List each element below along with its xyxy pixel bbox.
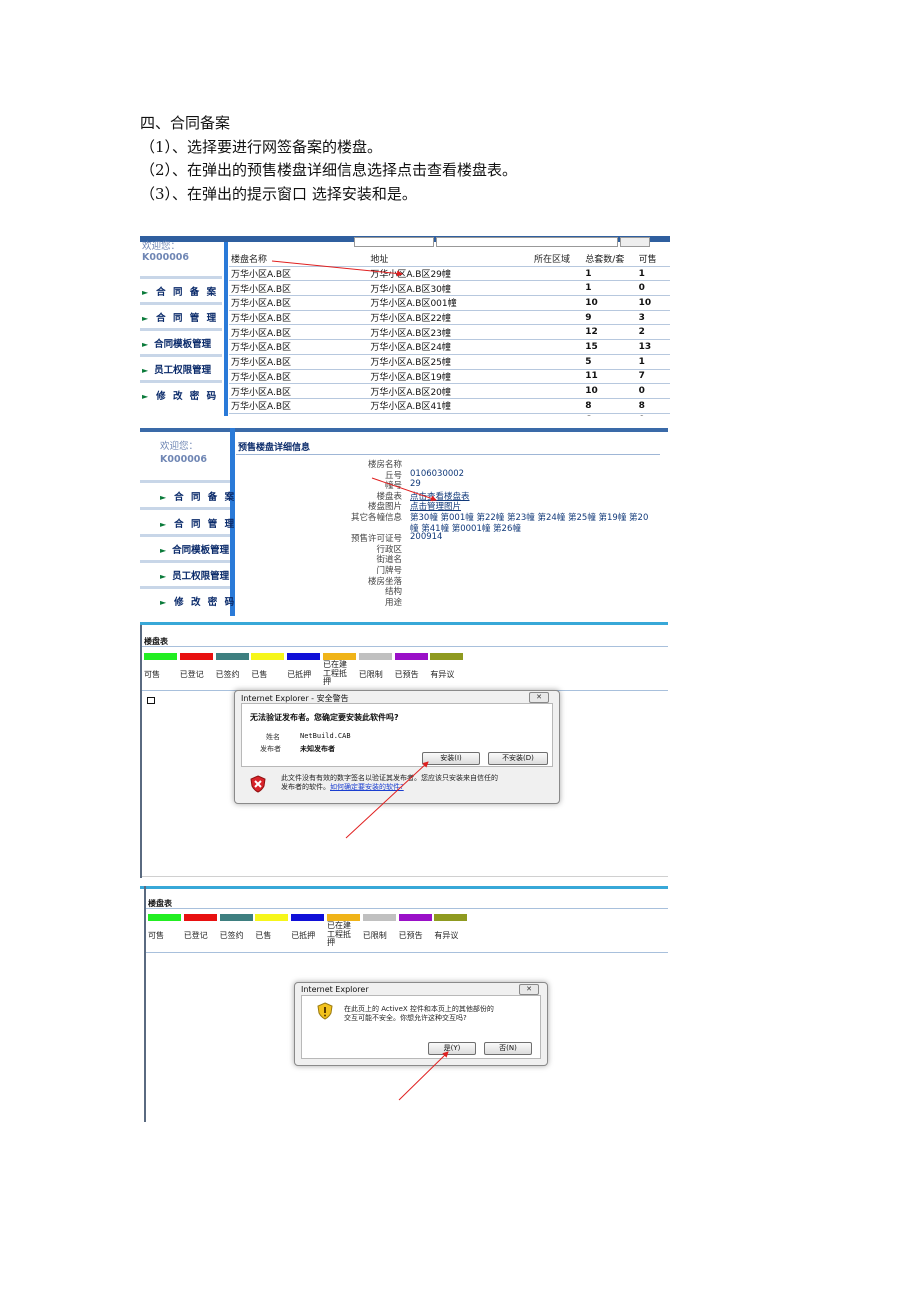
annotation-arrow — [371, 477, 437, 502]
annotation-arrow — [345, 761, 429, 839]
annotation-arrow — [398, 1051, 449, 1101]
annotation-arrow — [271, 260, 403, 277]
annotation-arrows — [271, 260, 449, 1101]
